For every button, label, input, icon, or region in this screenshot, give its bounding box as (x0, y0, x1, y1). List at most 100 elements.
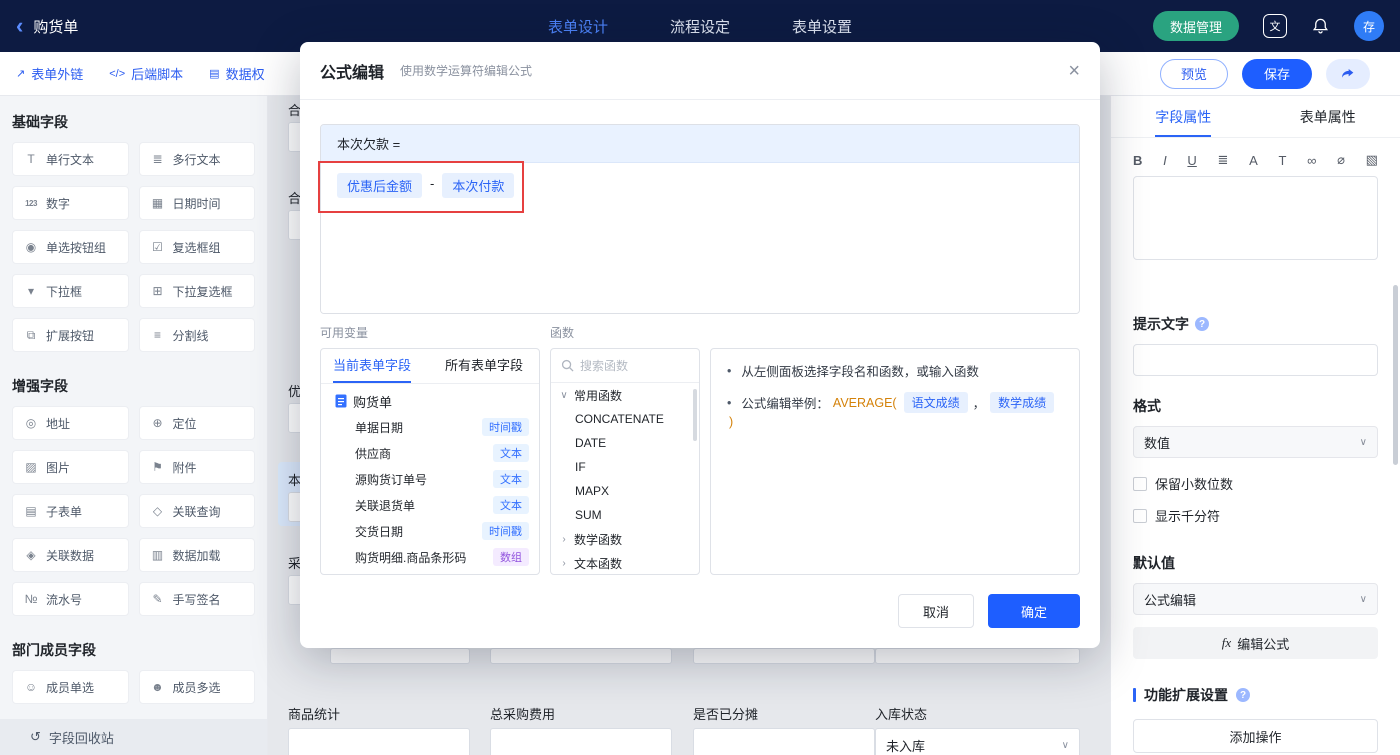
tree-item-delivery-date[interactable]: 交货日期 时间戳 (321, 518, 539, 544)
form-field-input[interactable] (490, 728, 672, 755)
field-item-member-single[interactable]: ☺ 成员单选 (12, 670, 129, 704)
insert-image-icon[interactable]: ▧ (1366, 152, 1378, 168)
help-icon[interactable]: ? (1195, 317, 1209, 331)
field-item-signature[interactable]: ✎ 手写签名 (138, 582, 255, 616)
hint-text-input[interactable] (1133, 344, 1378, 376)
preview-button[interactable]: 预览 (1159, 58, 1228, 89)
field-title-editor[interactable] (1133, 176, 1378, 260)
font-color-icon[interactable]: A (1249, 153, 1258, 168)
formula-chip-current-payment[interactable]: 本次付款 (442, 173, 515, 198)
help-icon[interactable]: ? (1236, 688, 1250, 702)
bell-icon[interactable] (1311, 17, 1330, 36)
tab-all-form-fields[interactable]: 所有表单字段 (445, 349, 523, 383)
field-item-radio-group[interactable]: ◉ 单选按钮组 (12, 230, 129, 264)
formula-content[interactable]: 优惠后金额 - 本次付款 (321, 163, 1079, 313)
ok-button[interactable]: 确定 (988, 594, 1080, 628)
formula-chip-discounted-amount[interactable]: 优惠后金额 (337, 173, 423, 198)
field-item-linked-query[interactable]: ◇ 关联查询 (138, 494, 255, 528)
field-item-data-load[interactable]: ▥ 数据加载 (138, 538, 255, 572)
inventory-status-select[interactable]: 未入库 ∨ (875, 728, 1080, 755)
field-item-divider[interactable]: ≡ 分割线 (138, 318, 255, 352)
checkbox-icon[interactable] (1133, 508, 1147, 523)
tree-root-purchase-order[interactable]: 购货单 (321, 388, 539, 414)
tab-form-properties[interactable]: 表单属性 (1256, 96, 1400, 137)
function-group-common[interactable]: ∨ 常用函数 (551, 383, 699, 407)
field-item-address[interactable]: ◎ 地址 (12, 406, 129, 440)
function-item-date[interactable]: DATE (551, 431, 699, 455)
save-button[interactable]: 保存 (1241, 58, 1312, 89)
function-list-scrollbar[interactable] (693, 389, 697, 441)
dropdown-icon: ▾ (27, 284, 35, 298)
align-icon[interactable]: ≣ (1218, 152, 1229, 168)
field-item-multi-line-text[interactable]: ≣ 多行文本 (138, 142, 255, 176)
field-item-single-line-text[interactable]: T 单行文本 (12, 142, 129, 176)
tab-current-form-fields[interactable]: 当前表单字段 (333, 349, 412, 383)
function-item-concatenate[interactable]: CONCATENATE (551, 407, 699, 431)
data-permission-link[interactable]: ▤ 数据权 (209, 64, 264, 83)
close-icon[interactable]: × (1068, 61, 1080, 81)
function-search-input[interactable]: 搜索函数 (551, 349, 699, 383)
function-group-text[interactable]: › 文本函数 (551, 551, 699, 574)
panel-scrollbar[interactable] (1393, 285, 1398, 465)
function-item-mapx[interactable]: MAPX (551, 479, 699, 503)
bold-icon[interactable]: B (1133, 153, 1142, 168)
unlink-icon[interactable]: ⌀ (1337, 152, 1345, 168)
field-item-attachment[interactable]: ⚑ 附件 (138, 450, 255, 484)
field-item-location[interactable]: ⊕ 定位 (138, 406, 255, 440)
format-select[interactable]: 数值 ∨ (1133, 426, 1378, 458)
checkbox-label: 显示千分符 (1155, 509, 1221, 524)
translate-icon[interactable]: 文 (1263, 14, 1287, 38)
add-action-button[interactable]: 添加操作 (1133, 719, 1378, 753)
field-item-subform[interactable]: ▤ 子表单 (12, 494, 129, 528)
field-item-datetime[interactable]: ▦ 日期时间 (138, 186, 255, 220)
backend-script-link[interactable]: </> 后端脚本 (109, 64, 183, 83)
clipped-field-input[interactable] (330, 648, 470, 664)
data-manage-button[interactable]: 数据管理 (1152, 11, 1239, 41)
formula-editor[interactable]: 本次欠款 = 优惠后金额 - 本次付款 (320, 124, 1080, 314)
clipped-field-input[interactable] (490, 648, 672, 664)
field-item-serial-number[interactable]: № 流水号 (12, 582, 129, 616)
edit-formula-button[interactable]: fx 编辑公式 (1133, 627, 1378, 659)
form-field-input[interactable] (693, 728, 875, 755)
field-item-dropdown-multi[interactable]: ⊞ 下拉复选框 (138, 274, 255, 308)
data-load-icon: ▥ (151, 548, 164, 562)
italic-icon[interactable]: I (1163, 153, 1167, 168)
clipped-field-input[interactable] (693, 648, 875, 664)
tab-flow-settings[interactable]: 流程设定 (670, 16, 730, 37)
field-recycle-bin[interactable]: ↺ 字段回收站 (0, 719, 267, 755)
field-item-number[interactable]: 123 数字 (12, 186, 129, 220)
field-item-image[interactable]: ▨ 图片 (12, 450, 129, 484)
field-item-linked-data[interactable]: ◈ 关联数据 (12, 538, 129, 572)
checkbox-keep-decimal[interactable]: 保留小数位数 (1133, 474, 1378, 493)
tree-item-detail-barcode[interactable]: 购货明细.商品条形码 数组 (321, 544, 539, 570)
function-group-math[interactable]: › 数学函数 (551, 527, 699, 551)
field-item-checkbox-group[interactable]: ☑ 复选框组 (138, 230, 255, 264)
tab-form-settings[interactable]: 表单设置 (792, 16, 852, 37)
field-item-dropdown[interactable]: ▾ 下拉框 (12, 274, 129, 308)
underline-icon[interactable]: U (1187, 153, 1196, 168)
form-field-input[interactable] (288, 728, 470, 755)
tab-form-design[interactable]: 表单设计 (548, 16, 608, 37)
cancel-button[interactable]: 取消 (898, 594, 974, 628)
default-value-select[interactable]: 公式编辑 ∨ (1133, 583, 1378, 615)
checkbox-icon[interactable] (1133, 476, 1147, 491)
tree-item-source-order-no[interactable]: 源购货订单号 文本 (321, 466, 539, 492)
clipped-field-input[interactable] (875, 648, 1080, 664)
back-icon[interactable]: ‹ (16, 15, 23, 37)
function-item-if[interactable]: IF (551, 455, 699, 479)
checkbox-thousand-separator[interactable]: 显示千分符 (1133, 506, 1378, 525)
link-icon[interactable]: ∞ (1307, 153, 1316, 168)
tab-field-properties[interactable]: 字段属性 (1111, 96, 1256, 137)
font-size-icon[interactable]: T (1279, 153, 1287, 168)
avatar[interactable]: 存 (1354, 11, 1384, 41)
document-icon (335, 394, 347, 408)
field-item-member-multi[interactable]: ☻ 成员多选 (138, 670, 255, 704)
form-external-link[interactable]: ↗ 表单外链 (16, 64, 83, 83)
field-item-extend-button[interactable]: ⧉ 扩展按钮 (12, 318, 129, 352)
linked-data-icon: ◈ (26, 548, 36, 562)
function-item-sum[interactable]: SUM (551, 503, 699, 527)
tree-item-document-date[interactable]: 单据日期 时间戳 (321, 414, 539, 440)
tree-item-supplier[interactable]: 供应商 文本 (321, 440, 539, 466)
tree-item-linked-return-order[interactable]: 关联退货单 文本 (321, 492, 539, 518)
share-button[interactable] (1326, 58, 1370, 89)
